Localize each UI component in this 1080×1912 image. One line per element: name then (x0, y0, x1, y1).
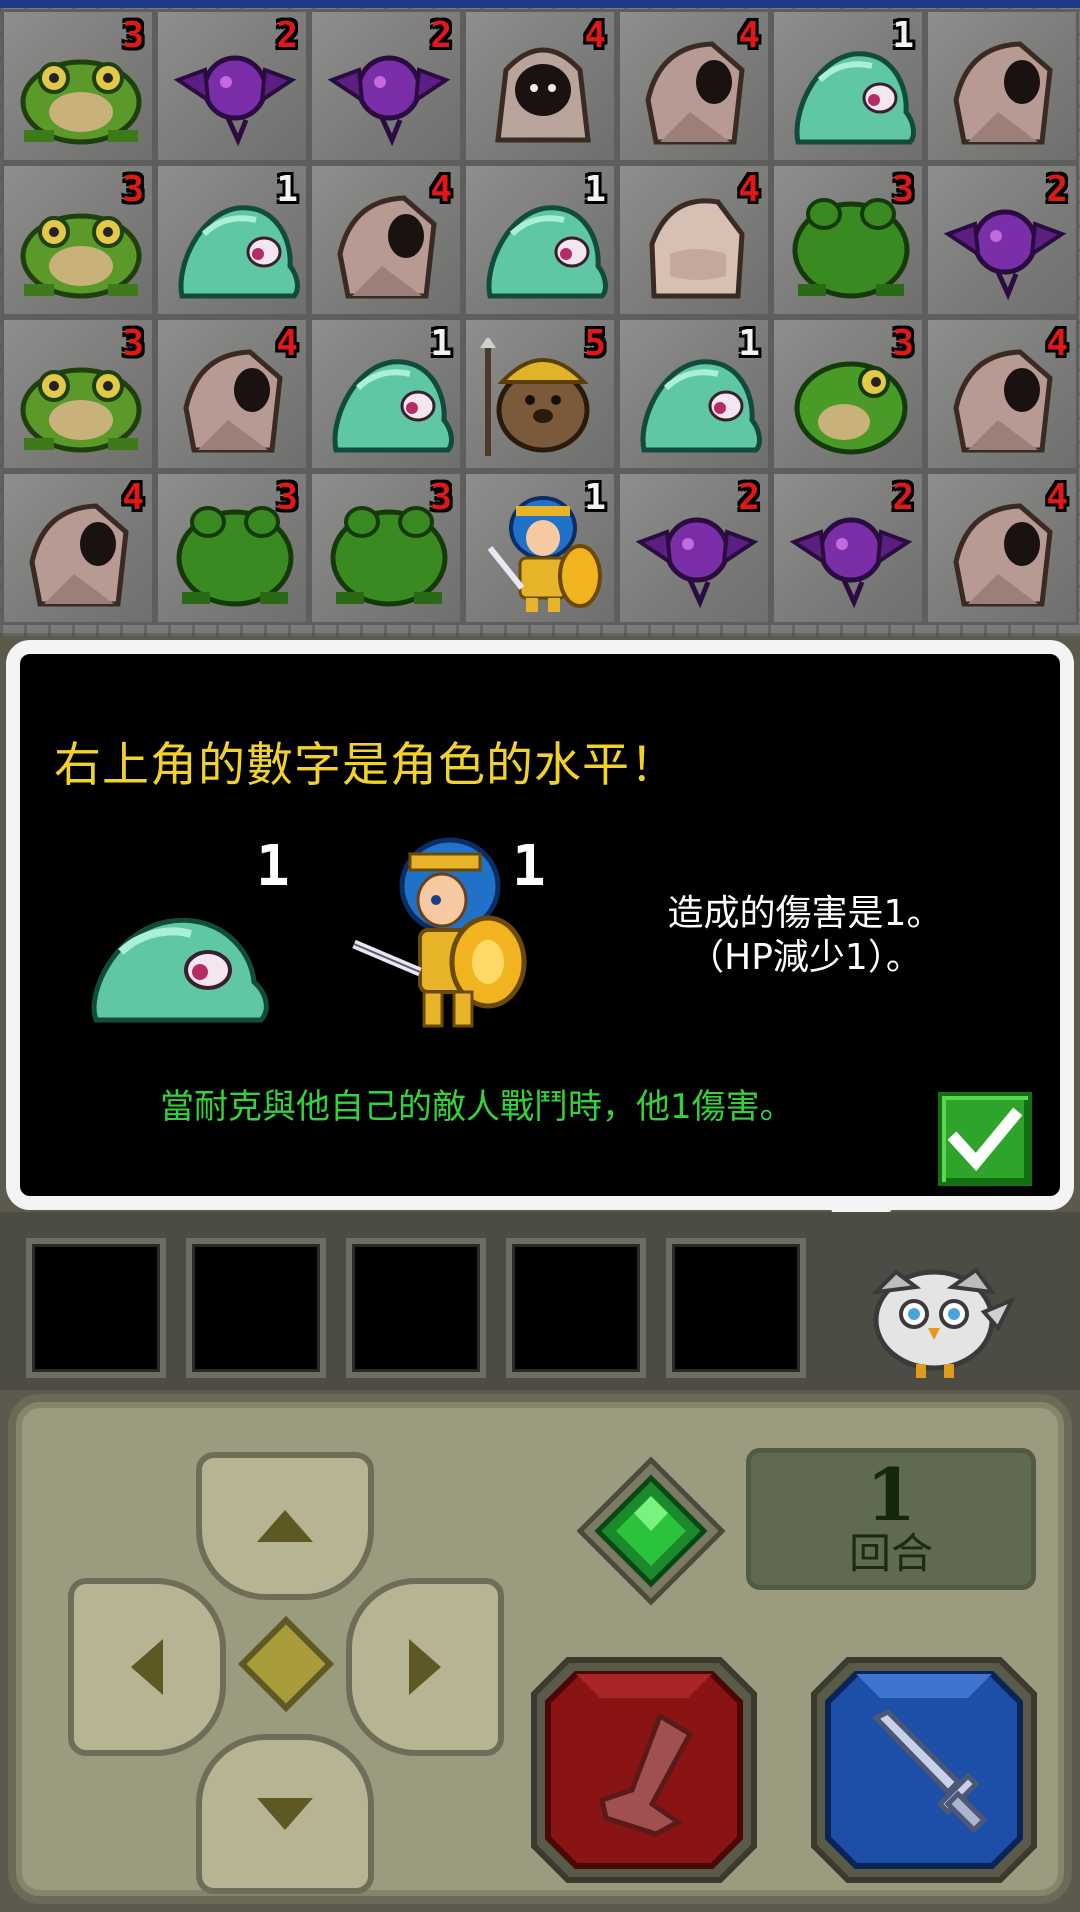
board-cell[interactable]: 1 (771, 9, 925, 163)
arrow-up-icon (257, 1510, 313, 1542)
confirm-button[interactable] (938, 1092, 1032, 1186)
unit-level: 3 (892, 323, 914, 364)
arrow-down-icon (257, 1798, 313, 1830)
unit-level: 4 (584, 15, 606, 56)
unit-level: 3 (122, 15, 144, 56)
unit-level: 2 (430, 15, 452, 56)
board-cell[interactable]: 4 (1, 471, 155, 625)
board-cell[interactable]: 1 (155, 163, 309, 317)
board-cell[interactable]: 4 (925, 317, 1079, 471)
board-cell[interactable]: 3 (1, 317, 155, 471)
game-screen: 3 2 2 4 4 1 3 1 4 1 4 3 2 3 4 1 5 1 3 4 … (0, 0, 1080, 1912)
board-cell[interactable]: 3 (1, 163, 155, 317)
demo-hero-level: 1 (512, 834, 546, 899)
dialog-title: 右上角的數字是角色的水平！ (54, 738, 678, 793)
unit-level: 4 (1046, 323, 1068, 364)
demo-slime-sprite (91, 917, 269, 1023)
demo-slime-level: 1 (256, 834, 290, 899)
board-cell[interactable]: 5 (463, 317, 617, 471)
item-slot-5[interactable] (666, 1238, 806, 1378)
board-cell[interactable]: 1 (309, 317, 463, 471)
item-slot-2[interactable] (186, 1238, 326, 1378)
unit-level: 1 (892, 15, 914, 56)
green-gem-icon[interactable] (576, 1456, 726, 1606)
top-bar (0, 0, 1080, 8)
board-cell[interactable]: 3 (1, 9, 155, 163)
item-slot-4[interactable] (506, 1238, 646, 1378)
unit-level: 4 (738, 15, 760, 56)
unit-level: 2 (892, 477, 914, 518)
arrow-left-icon (131, 1639, 163, 1695)
arrow-right-icon (409, 1639, 441, 1695)
dpad-right-button[interactable] (346, 1578, 504, 1756)
board-cell[interactable] (925, 9, 1079, 163)
item-slot-1[interactable] (26, 1238, 166, 1378)
unit-level: 1 (584, 477, 606, 518)
tutorial-dialog: 右上角的數字是角色的水平！ 1 1 造成的傷害是1。 （HP減少1）。 當耐克與… (6, 640, 1074, 1210)
board-cell[interactable]: 2 (925, 163, 1079, 317)
board-cell[interactable]: 3 (771, 317, 925, 471)
unit-level: 4 (122, 477, 144, 518)
unit-level: 3 (276, 477, 298, 518)
unit-level: 1 (276, 169, 298, 210)
attack-button[interactable] (808, 1654, 1040, 1886)
board-cell[interactable]: 4 (925, 471, 1079, 625)
unit-level: 1 (584, 169, 606, 210)
board-cell[interactable]: 1 (617, 317, 771, 471)
dpad-left-button[interactable] (68, 1578, 226, 1756)
board-cell[interactable]: 2 (309, 9, 463, 163)
turn-counter: 1 回合 (746, 1448, 1036, 1590)
board-cell[interactable]: 2 (155, 9, 309, 163)
unit-level: 3 (892, 169, 914, 210)
hint-text: 當耐克與他自己的敵人戰鬥時，他1傷害。 (160, 1087, 794, 1127)
board-cell[interactable]: 1 (463, 163, 617, 317)
unit-level: 4 (1046, 477, 1068, 518)
check-icon (948, 1107, 1022, 1172)
board-cell[interactable]: 4 (617, 163, 771, 317)
unit-level: 4 (738, 169, 760, 210)
dpad-down-button[interactable] (196, 1734, 374, 1894)
unit-level: 3 (122, 169, 144, 210)
item-slots-bar (0, 1212, 1080, 1390)
turn-number: 1 (865, 1452, 917, 1537)
board-cell[interactable]: 4 (617, 9, 771, 163)
unit-level: 4 (430, 169, 452, 210)
unit-level: 1 (430, 323, 452, 364)
board-cell[interactable]: 4 (155, 317, 309, 471)
unit-level: 1 (738, 323, 760, 364)
control-panel: 1 回合 (8, 1394, 1072, 1904)
board-cell[interactable]: 2 (771, 471, 925, 625)
unit-level: 3 (430, 477, 452, 518)
dpad-center-button[interactable] (237, 1615, 335, 1713)
unit-level: 5 (584, 323, 606, 364)
owl-icon[interactable] (856, 1242, 1016, 1382)
damage-explanation: 造成的傷害是1。 （HP減少1）。 (667, 893, 943, 978)
unit-level: 2 (276, 15, 298, 56)
unit-level: 3 (122, 323, 144, 364)
turn-label: 回合 (848, 1529, 933, 1578)
game-board[interactable]: 3 2 2 4 4 1 3 1 4 1 4 3 2 3 4 1 5 1 3 4 … (0, 8, 1080, 636)
hood-mage-sprite (953, 41, 1053, 145)
board-cell[interactable]: 3 (309, 471, 463, 625)
board-cell[interactable]: 4 (463, 9, 617, 163)
board-cell[interactable]: 3 (155, 471, 309, 625)
unit-level: 4 (276, 323, 298, 364)
board-cell[interactable]: 3 (771, 163, 925, 317)
unit-level: 2 (1046, 169, 1068, 210)
board-cell[interactable]: 4 (309, 163, 463, 317)
board-cell[interactable]: 1 (463, 471, 617, 625)
item-button[interactable] (528, 1654, 760, 1886)
dpad-up-button[interactable] (196, 1452, 374, 1600)
unit-level: 2 (738, 477, 760, 518)
board-cell[interactable]: 2 (617, 471, 771, 625)
item-slot-3[interactable] (346, 1238, 486, 1378)
